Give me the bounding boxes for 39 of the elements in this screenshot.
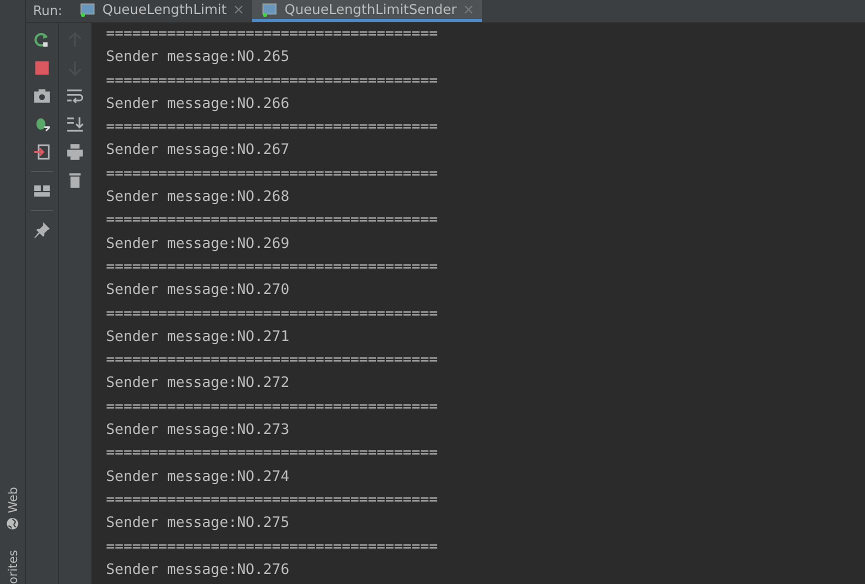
console-line: Sender message:NO.265 [106,48,290,68]
wrap-icon[interactable] [66,87,84,105]
console-line: Sender message:NO.268 [106,188,290,208]
console-line: ====================================== [106,118,439,138]
console-line: ====================================== [106,258,439,277]
tool-window-label[interactable]: Web [6,486,20,514]
run-tab[interactable]: QueueLengthLimitSender × [252,0,482,22]
camera-icon[interactable] [33,87,51,105]
printer-icon[interactable] [66,143,84,161]
globe-icon [6,517,19,530]
console-line: ====================================== [106,164,439,184]
console-line: Sender message:NO.272 [106,374,290,394]
console-line: Sender message:NO.269 [106,234,290,254]
tool-window-label[interactable]: orites [6,550,20,584]
console-window-icon [262,2,278,16]
console-line: Sender message:NO.266 [106,94,290,114]
console-line: ====================================== [106,351,439,370]
exit-icon[interactable] [33,143,51,161]
run-label: Run: [32,2,64,20]
console-window-icon [80,2,96,16]
console-line: Sender message:NO.274 [106,468,290,487]
console-line: ====================================== [106,538,439,557]
console-line: ====================================== [106,25,439,44]
console-line: Sender message:NO.271 [106,328,290,347]
console-line: Sender message:NO.275 [106,514,290,534]
console-line: Sender message:NO.270 [106,281,290,300]
scroll-down-icon[interactable] [66,115,84,133]
run-tab[interactable]: QueueLengthLimit × [70,0,252,22]
console-line: Sender message:NO.273 [106,421,290,440]
console-line: ====================================== [106,490,439,510]
console-line: ====================================== [106,211,439,230]
console-line: ====================================== [106,304,439,324]
console-line: Sender message:NO.267 [106,141,290,160]
console-line: ====================================== [106,72,439,91]
pin-icon[interactable] [33,221,51,239]
stop-icon[interactable] [33,59,51,77]
console-line: Sender message:NO.276 [106,560,290,580]
console-line: ====================================== [106,398,439,417]
console-line: ====================================== [106,444,439,464]
